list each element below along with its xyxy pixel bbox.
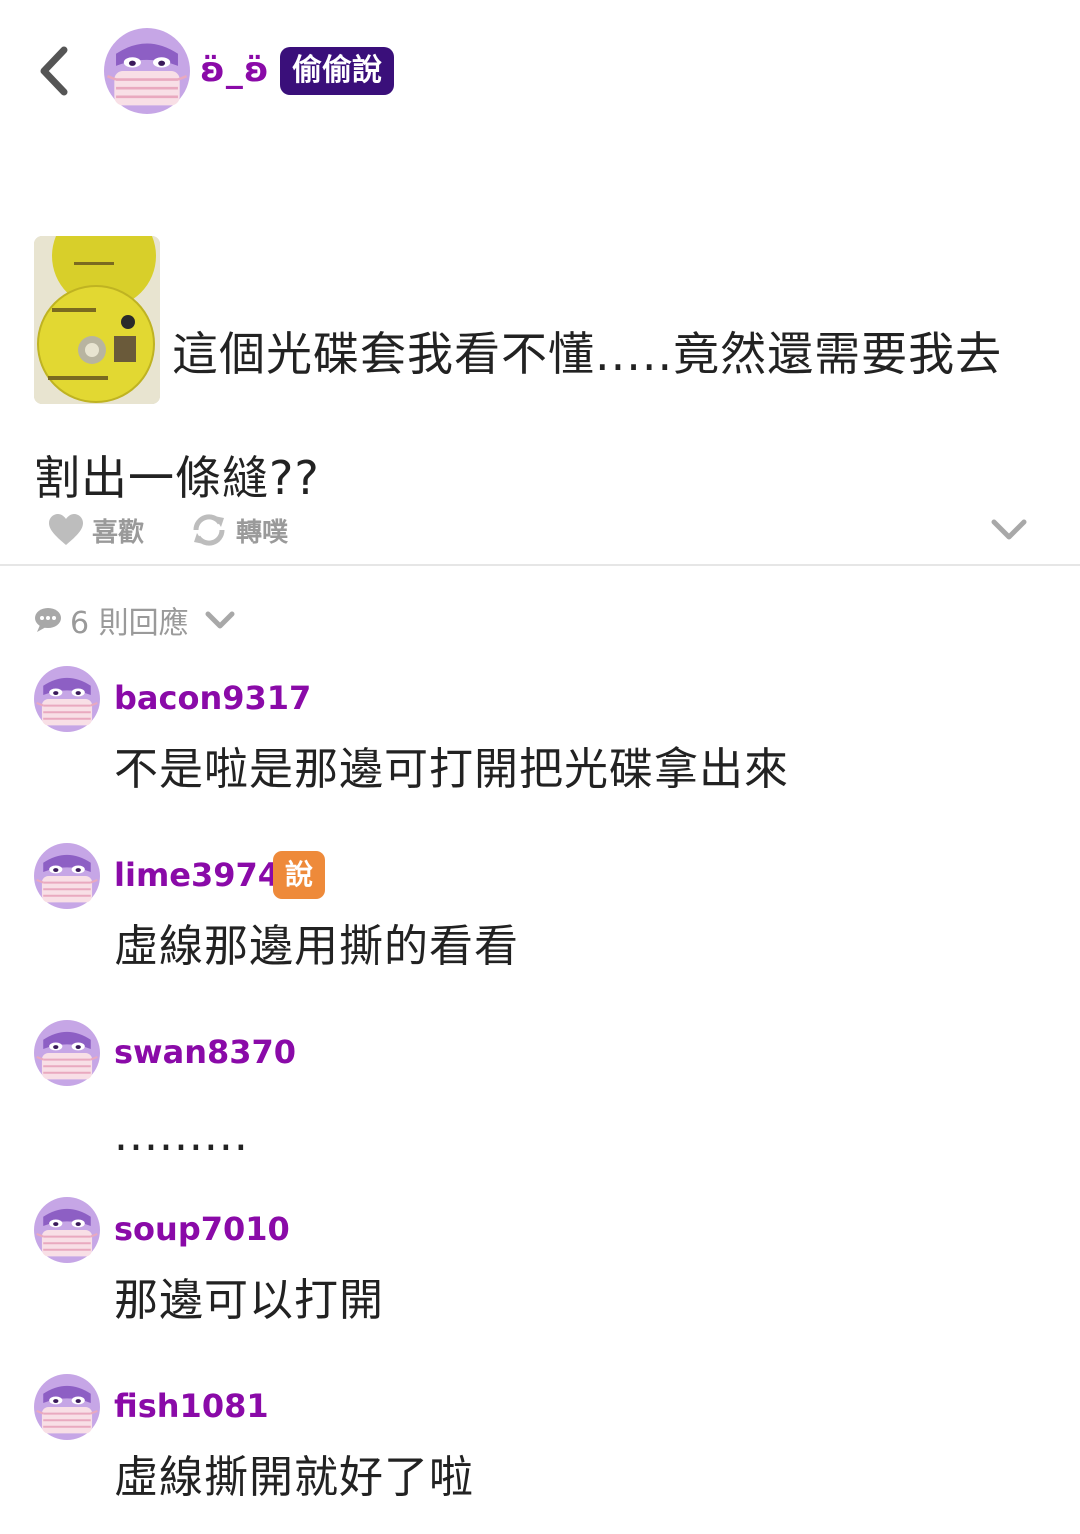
author-avatar[interactable] <box>104 28 190 114</box>
comment-username[interactable]: fish1081 <box>114 1386 269 1426</box>
comment-username[interactable]: lime3974 <box>114 855 280 895</box>
divider <box>0 564 1080 566</box>
secret-post-badge: 偷偷說 <box>280 47 394 95</box>
comment-item: bacon9317 不是啦是那邊可打開把光碟拿出來 <box>0 666 1080 843</box>
post-header: ʚ̈_ʚ̈ 偷偷說 <box>0 0 1080 150</box>
speaker-badge: 說 <box>273 851 325 899</box>
comment-avatar[interactable] <box>34 1020 100 1086</box>
comment-avatar[interactable] <box>34 1197 100 1263</box>
chevron-down-icon <box>991 519 1027 540</box>
comment-text: 虛線撕開就好了啦 <box>114 1452 474 1503</box>
back-button[interactable] <box>30 42 80 100</box>
post-actions: 喜歡 轉噗 <box>0 500 1080 560</box>
replurk-label: 轉噗 <box>236 517 289 548</box>
plurk-page: ʚ̈_ʚ̈ 偷偷說 這個光碟套我看不懂.....竟然還需要我去割出一條縫?? 喜… <box>0 0 1080 1534</box>
comment-item: fish1081 虛線撕開就好了啦 <box>0 1374 1080 1534</box>
comment-username[interactable]: bacon9317 <box>114 678 311 718</box>
heart-icon <box>49 514 83 545</box>
comment-text: ......... <box>114 1110 249 1161</box>
expand-button[interactable] <box>986 510 1032 550</box>
chevron-down-icon <box>205 611 235 629</box>
comment-username[interactable]: swan8370 <box>114 1032 296 1072</box>
replurk-icon <box>193 514 225 546</box>
comment-avatar[interactable] <box>34 1374 100 1440</box>
comment-avatar[interactable] <box>34 843 100 909</box>
responses-toggle[interactable]: 6 則回應 <box>34 598 237 642</box>
comment-text: 不是啦是那邊可打開把光碟拿出來 <box>114 744 789 795</box>
replurk-button[interactable]: 轉噗 <box>190 506 288 554</box>
responses-count: 6 則回應 <box>70 606 189 641</box>
like-label: 喜歡 <box>92 517 145 548</box>
comment-username[interactable]: soup7010 <box>114 1209 290 1249</box>
comment-avatar[interactable] <box>34 666 100 732</box>
comment-item: swan8370 ......... <box>0 1020 1080 1197</box>
chevron-left-icon <box>40 46 68 96</box>
author-name[interactable]: ʚ̈_ʚ̈ <box>200 48 270 92</box>
comment-item: soup7010 那邊可以打開 <box>0 1197 1080 1374</box>
like-button[interactable]: 喜歡 <box>48 506 144 554</box>
comment-text: 虛線那邊用撕的看看 <box>114 921 519 972</box>
comment-item: lime3974 說 虛線那邊用撕的看看 <box>0 843 1080 1020</box>
comment-text: 那邊可以打開 <box>114 1275 384 1326</box>
speech-bubble-icon <box>35 608 61 632</box>
